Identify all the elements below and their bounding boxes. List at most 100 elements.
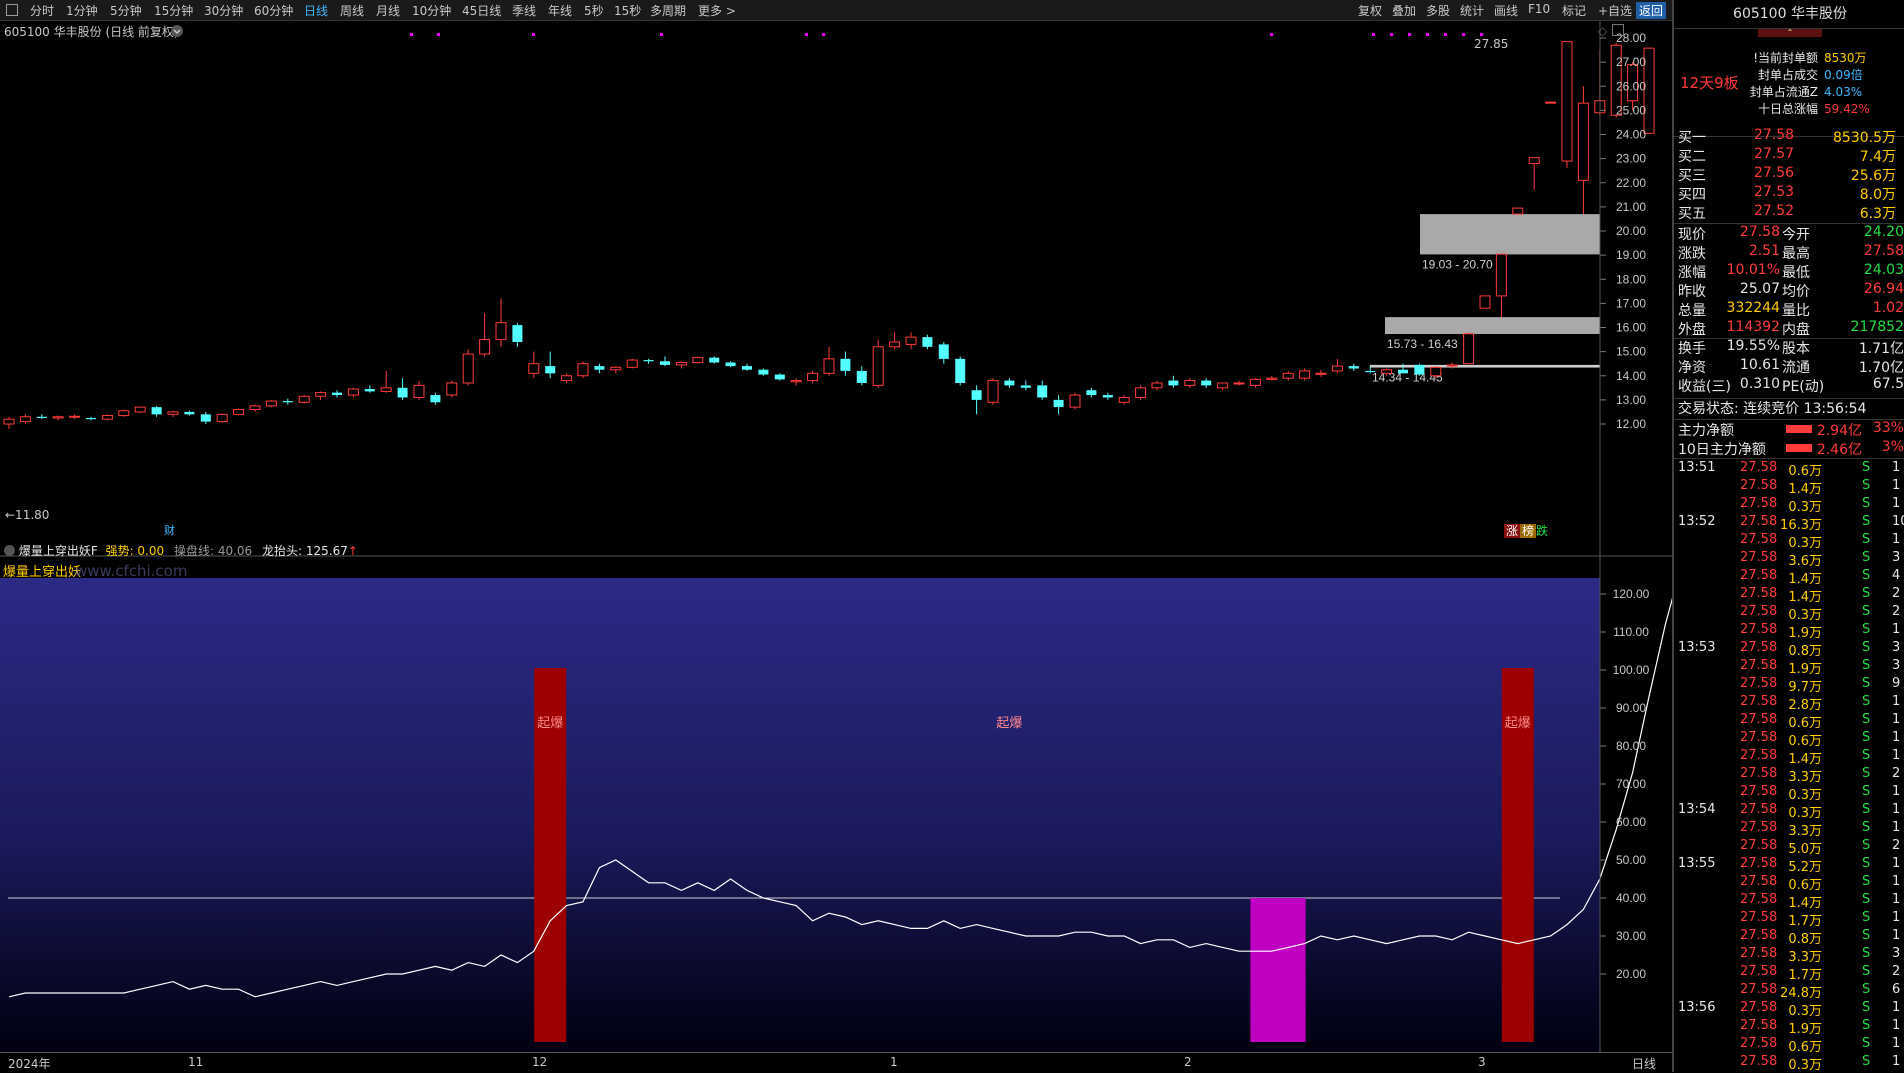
period-tab[interactable]: 45日线 [462,2,501,19]
period-tab[interactable]: 分时 [30,2,54,19]
tick-price: 27.58 [1740,982,1778,997]
toolbar-tool[interactable]: 多股 [1426,2,1450,19]
indicator-tick: 100.00 [1613,663,1650,677]
candle-body [1365,370,1376,373]
panel-toggle-icon[interactable] [6,4,18,16]
period-tab[interactable]: 15分钟 [154,2,193,19]
quote-label: 昨收 [1678,284,1706,300]
bang-badge[interactable]: 榜 [1520,524,1537,538]
tick-row: 13:53 27.58 0.8万 S 3 [1674,640,1904,659]
tick-price: 27.58 [1740,856,1778,871]
candle-body [1414,364,1425,375]
toolbar-tool[interactable]: 叠加 [1392,2,1416,19]
candle [1561,41,1573,169]
book-price: 27.56 [1754,165,1795,181]
tick-count: 1 [1892,928,1901,943]
kline-chart[interactable]: 19.03 - 20.7015.73 - 16.4314.34 - 14.45 … [0,21,1672,1052]
tick-count: 6 [1892,982,1901,997]
period-tab[interactable]: 15秒 [614,2,641,19]
quote-panel: 605100 华丰股份 ⌃ 12天9板 !当前封单额 8530万 封单占成交 0.09… [1672,0,1904,1072]
zhang-die-badge[interactable]: 涨榜跌 [1504,522,1548,539]
quote-value: 25.07 [1739,281,1780,297]
period-tab[interactable]: 更多 > [698,2,736,19]
maximize-icon[interactable] [1612,24,1624,36]
finance-marker[interactable]: 财 [164,522,175,538]
toolbar-tool[interactable]: 统计 [1460,2,1484,19]
price-tick: 21.00 [1616,200,1646,214]
tick-price: 27.58 [1740,658,1778,673]
indicator-name[interactable]: 爆量上穿出妖F [19,544,98,558]
candle-body [594,366,605,370]
candle-body [1249,378,1261,386]
period-tab[interactable]: 季线 [512,2,536,19]
indicator-tick: 110.00 [1613,625,1649,639]
period-tab[interactable]: 30分钟 [204,2,243,19]
chevron-down-icon[interactable] [170,24,184,38]
tick-side: S [1862,586,1871,601]
event-dot [1372,33,1375,36]
quote-label: 总量 [1678,303,1706,319]
limit-info: 12天9板 !当前封单额 8530万 封单占成交 0.09倍 封单占流通Z 4.03% 十日… [1674,38,1904,137]
tick-list[interactable]: 13:51 27.58 0.6万 S 1 27.58 1.4万 S 1 27.58 0.3万 S 1 13… [1674,460,1904,1072]
toolbar-tool[interactable]: 返回 [1636,2,1667,19]
period-tab[interactable]: 60分钟 [254,2,293,19]
candle [462,349,474,386]
tick-volume: 0.3万 [1788,1058,1822,1072]
indicator-inner-title: 爆量上穿出妖 [3,565,82,580]
tick-price: 27.58 [1740,928,1778,943]
fugang-value: 操盘线: 40.06 [173,544,253,558]
toolbar-tool[interactable]: F10 [1528,2,1550,16]
tick-count: 10 [1892,514,1904,529]
candle-body [69,415,81,418]
candle-body [1266,377,1278,380]
period-tab[interactable]: 日线 [304,2,328,19]
toolbar-tool[interactable]: +自选 [1598,2,1632,19]
price-tick: 12.00 [1616,417,1646,431]
quote-row: 换手 19.55% 股本 1.71亿 [1674,338,1904,357]
event-dot [437,33,440,36]
period-tab[interactable]: 月线 [376,2,400,19]
candle-body [922,337,933,347]
toolbar-tool[interactable]: 标记 [1562,2,1586,19]
period-tab[interactable]: 1分钟 [66,2,98,19]
candle-body [1331,365,1343,372]
period-tab[interactable]: 周线 [340,2,364,19]
candle [955,356,966,386]
candle-body [462,353,474,384]
info-value: 59.42% [1824,102,1870,116]
toolbar-tool[interactable]: 复权 [1358,2,1382,19]
period-tab[interactable]: 年线 [548,2,572,19]
expand-handle[interactable]: ⌃ [1758,29,1822,37]
candle [1135,385,1147,400]
tick-price: 27.58 [1740,838,1778,853]
candle-body [905,336,917,345]
tick-count: 9 [1892,676,1901,691]
quote-value: 24.03 [1863,262,1904,278]
low-price-marker: ←11.80 [5,508,50,522]
indicator-collapse-icon[interactable] [4,545,15,556]
toolbar-tool[interactable]: 画线 [1494,2,1518,19]
indicator-tick: 120.00 [1613,587,1650,601]
period-tab[interactable]: 5分钟 [110,2,142,19]
quote-value: 332244 [1726,300,1780,316]
diamond-icon[interactable]: ◇ [1598,24,1607,38]
tick-row: 27.58 0.3万 S 2 [1674,604,1904,623]
tick-volume: 1.4万 [1788,572,1822,587]
candle-body [1118,396,1130,403]
price-tick: 22.00 [1616,176,1646,190]
zhang-badge[interactable]: 涨 [1504,524,1521,538]
tick-volume: 9.7万 [1788,680,1822,695]
price-zone [1370,364,1600,368]
price-tick: 24.00 [1616,128,1646,142]
quote-label: 内盘 [1782,322,1810,338]
tick-price: 27.58 [1740,892,1778,907]
period-tab[interactable]: 5秒 [584,2,604,19]
watermark: www.cfchi.com [75,562,188,580]
tick-price: 27.58 [1740,748,1778,763]
tick-side: S [1862,478,1871,493]
tick-volume: 0.3万 [1788,608,1822,623]
period-tab[interactable]: 10分钟 [412,2,451,19]
die-badge[interactable]: 跌 [1536,524,1548,538]
candle-body [823,358,835,374]
period-tab[interactable]: 多周期 [650,2,686,19]
